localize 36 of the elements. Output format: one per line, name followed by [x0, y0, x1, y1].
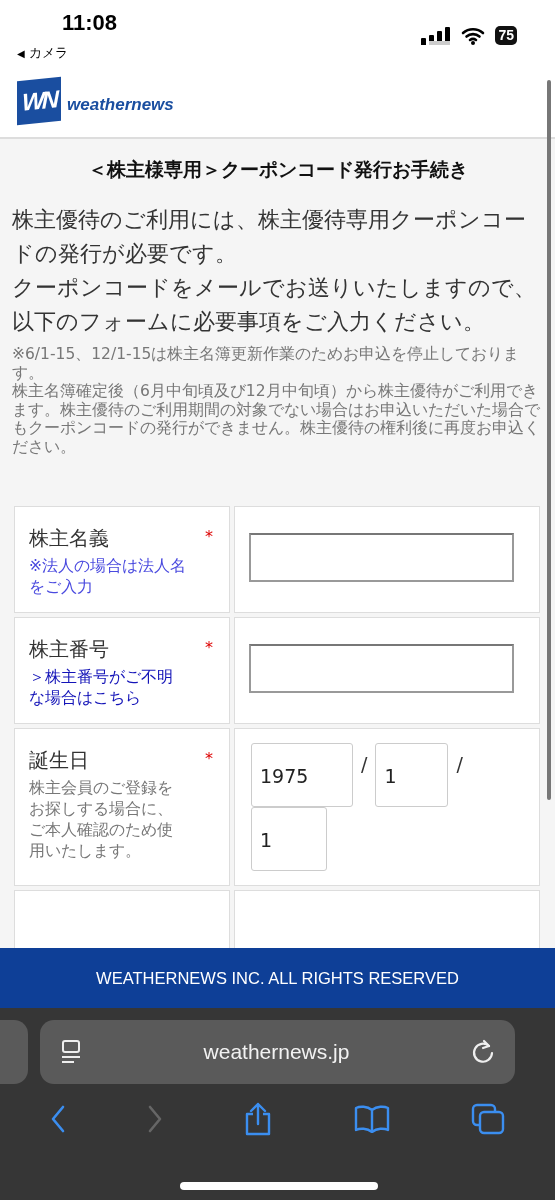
signal-icon: [421, 26, 452, 45]
clock-time: 11:08: [62, 10, 118, 36]
input-field[interactable]: [249, 644, 514, 693]
back-icon[interactable]: [50, 1105, 67, 1133]
intro-text: クーポンコードをメールでお送りいたしますので、以下のフォームに必要事項をご入力ください。: [12, 274, 537, 336]
note-text: ※6/1-15、12/1-15は株主名簿更新作業のためお申込を停止しております。: [12, 345, 521, 382]
note-text: 株主名簿確定後（6月中旬頃及び12月中旬頃）から株主優待がご利用できます。株主優待のご利用期間の対象でない場合はお申込いただいた場合でもクーポンコードの発行ができません。株主優待の権利後に再度お申込ください。: [12, 382, 541, 456]
required-mark: *: [205, 749, 213, 768]
reload-icon[interactable]: [471, 1039, 495, 1065]
logo-wordmark[interactable]: weathernews: [67, 95, 174, 115]
page-title: ＜株主様専用＞クーポンコード発行お手続き: [86, 157, 469, 182]
date-separator: /: [361, 752, 368, 775]
date-field[interactable]: 1: [375, 743, 449, 807]
reader-icon[interactable]: [60, 1039, 82, 1065]
forward-icon[interactable]: [146, 1105, 163, 1133]
date-separator: /: [456, 752, 463, 775]
required-mark: *: [205, 638, 213, 657]
wifi-icon: [461, 26, 486, 45]
hint-text: ※法人の場合は法人名をご入力: [29, 556, 187, 598]
logo-mark[interactable]: WN: [17, 76, 61, 126]
tabs-icon[interactable]: [470, 1103, 505, 1135]
input-field[interactable]: [249, 533, 514, 582]
hint-text: 株主会員のご登録をお探しする場合に、ご本人確認のため使用いたします。: [29, 778, 174, 862]
field-label: 株主番号: [29, 636, 109, 663]
battery-level: 75: [495, 26, 517, 45]
copyright-text: WEATHERNEWS INC. ALL RIGHTS RESERVED: [0, 948, 555, 1008]
intro-text: 株主優待のご利用には、株主優待専用クーポンコードの発行が必要です。: [12, 206, 527, 268]
date-field[interactable]: 1: [251, 807, 327, 871]
address-bar[interactable]: weathernews.jp: [40, 1020, 515, 1084]
help-link[interactable]: ＞株主番号がご不明な場合はこちら: [29, 667, 215, 709]
book-icon[interactable]: [354, 1105, 391, 1133]
field-label: 誕生日: [29, 747, 89, 774]
field-label: 株主名義: [29, 525, 109, 552]
back-link[interactable]: ◀ カメラ: [17, 44, 68, 62]
date-field[interactable]: 1975: [251, 743, 353, 807]
required-mark: *: [205, 527, 213, 546]
